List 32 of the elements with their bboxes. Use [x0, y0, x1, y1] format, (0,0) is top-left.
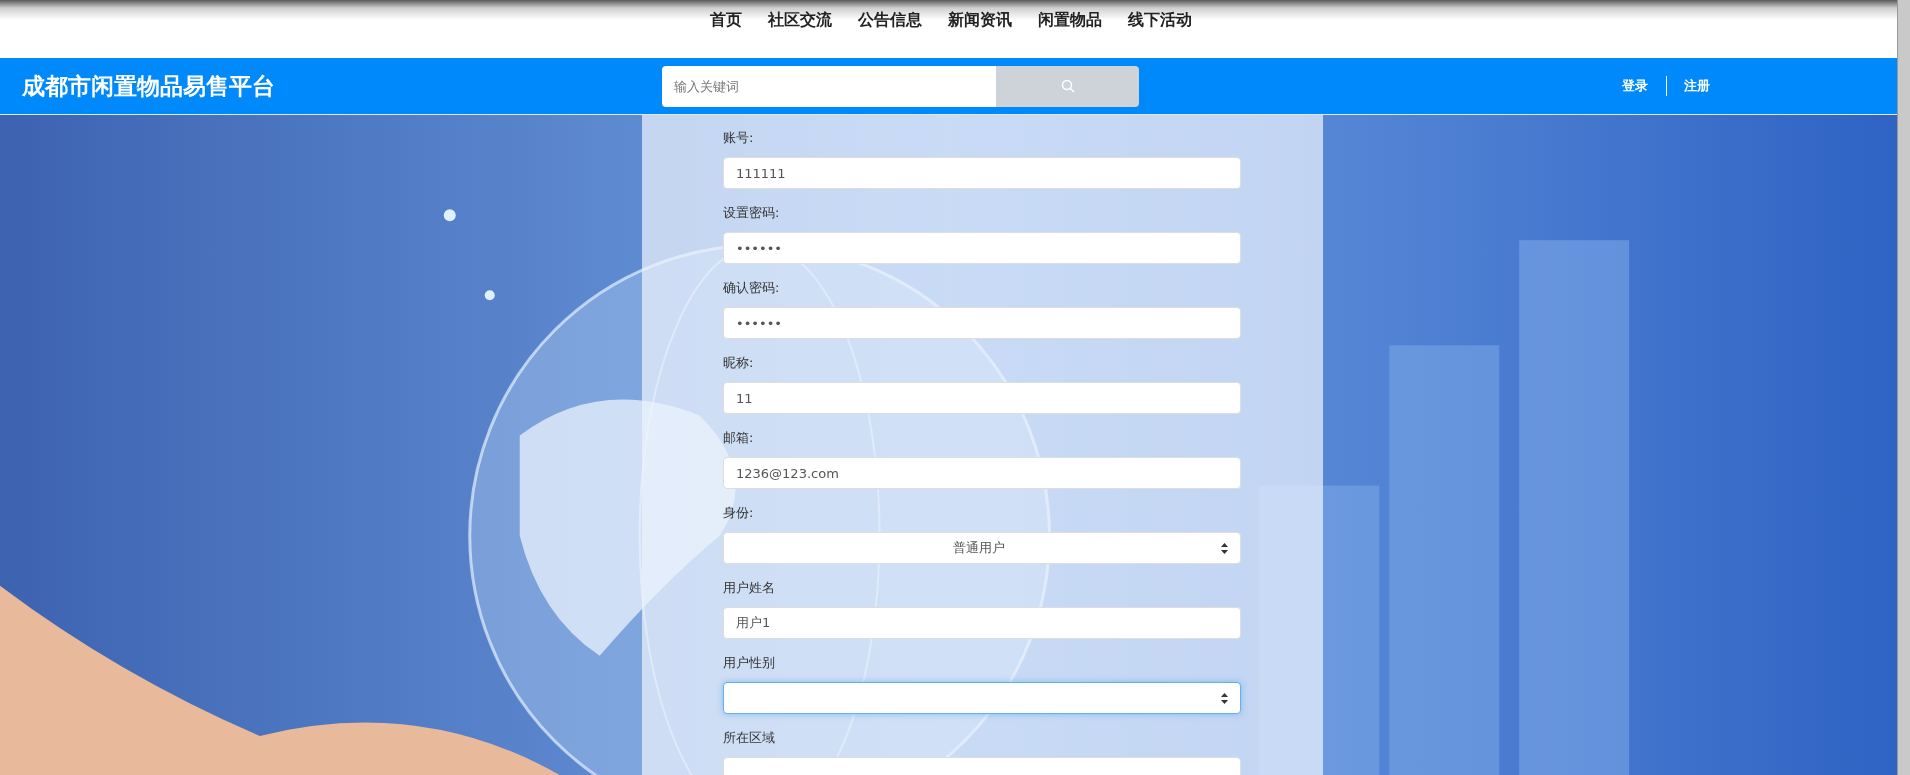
nav-link[interactable]: 线下活动	[1128, 10, 1192, 30]
field-label: 确认密码:	[723, 279, 781, 297]
nav-link[interactable]: 新闻资讯	[948, 10, 1012, 30]
search-button[interactable]	[996, 65, 1139, 107]
field-label: 所在区域	[723, 729, 776, 747]
input-field[interactable]: 11	[723, 382, 1241, 414]
search-icon	[1060, 79, 1075, 93]
scrollbar[interactable]	[1897, 0, 1910, 775]
select-arrows-icon	[1221, 692, 1228, 704]
site-title: 成都市闲置物品易售平台	[22, 71, 276, 101]
field-label: 邮箱:	[723, 429, 755, 447]
field-label: 昵称:	[723, 354, 755, 372]
password-field[interactable]: ••••••	[723, 232, 1241, 264]
header-link[interactable]: 注册	[1684, 77, 1710, 95]
field-label: 用户性别	[723, 654, 776, 672]
field-label: 设置密码:	[723, 204, 781, 222]
select-field[interactable]	[723, 682, 1241, 714]
nav-link[interactable]: 首页	[710, 10, 742, 30]
nav-link[interactable]: 闲置物品	[1038, 10, 1102, 30]
header-link[interactable]: 登录	[1622, 77, 1648, 95]
select-field[interactable]: 普通用户	[723, 532, 1241, 564]
nav-link[interactable]: 公告信息	[858, 10, 922, 30]
password-field[interactable]: ••••••	[723, 307, 1241, 339]
nav-link[interactable]: 社区交流	[768, 10, 832, 30]
search-field[interactable]: 输入关键词	[662, 65, 996, 107]
field-label: 用户姓名	[723, 579, 776, 597]
input-field[interactable]: 111111	[723, 157, 1241, 189]
input-field[interactable]: 用户1	[723, 607, 1241, 639]
input-field[interactable]: 1236@123.com	[723, 457, 1241, 489]
field-label: 身份:	[723, 504, 755, 522]
select-arrows-icon	[1221, 542, 1228, 554]
field-label: 账号:	[723, 129, 755, 147]
